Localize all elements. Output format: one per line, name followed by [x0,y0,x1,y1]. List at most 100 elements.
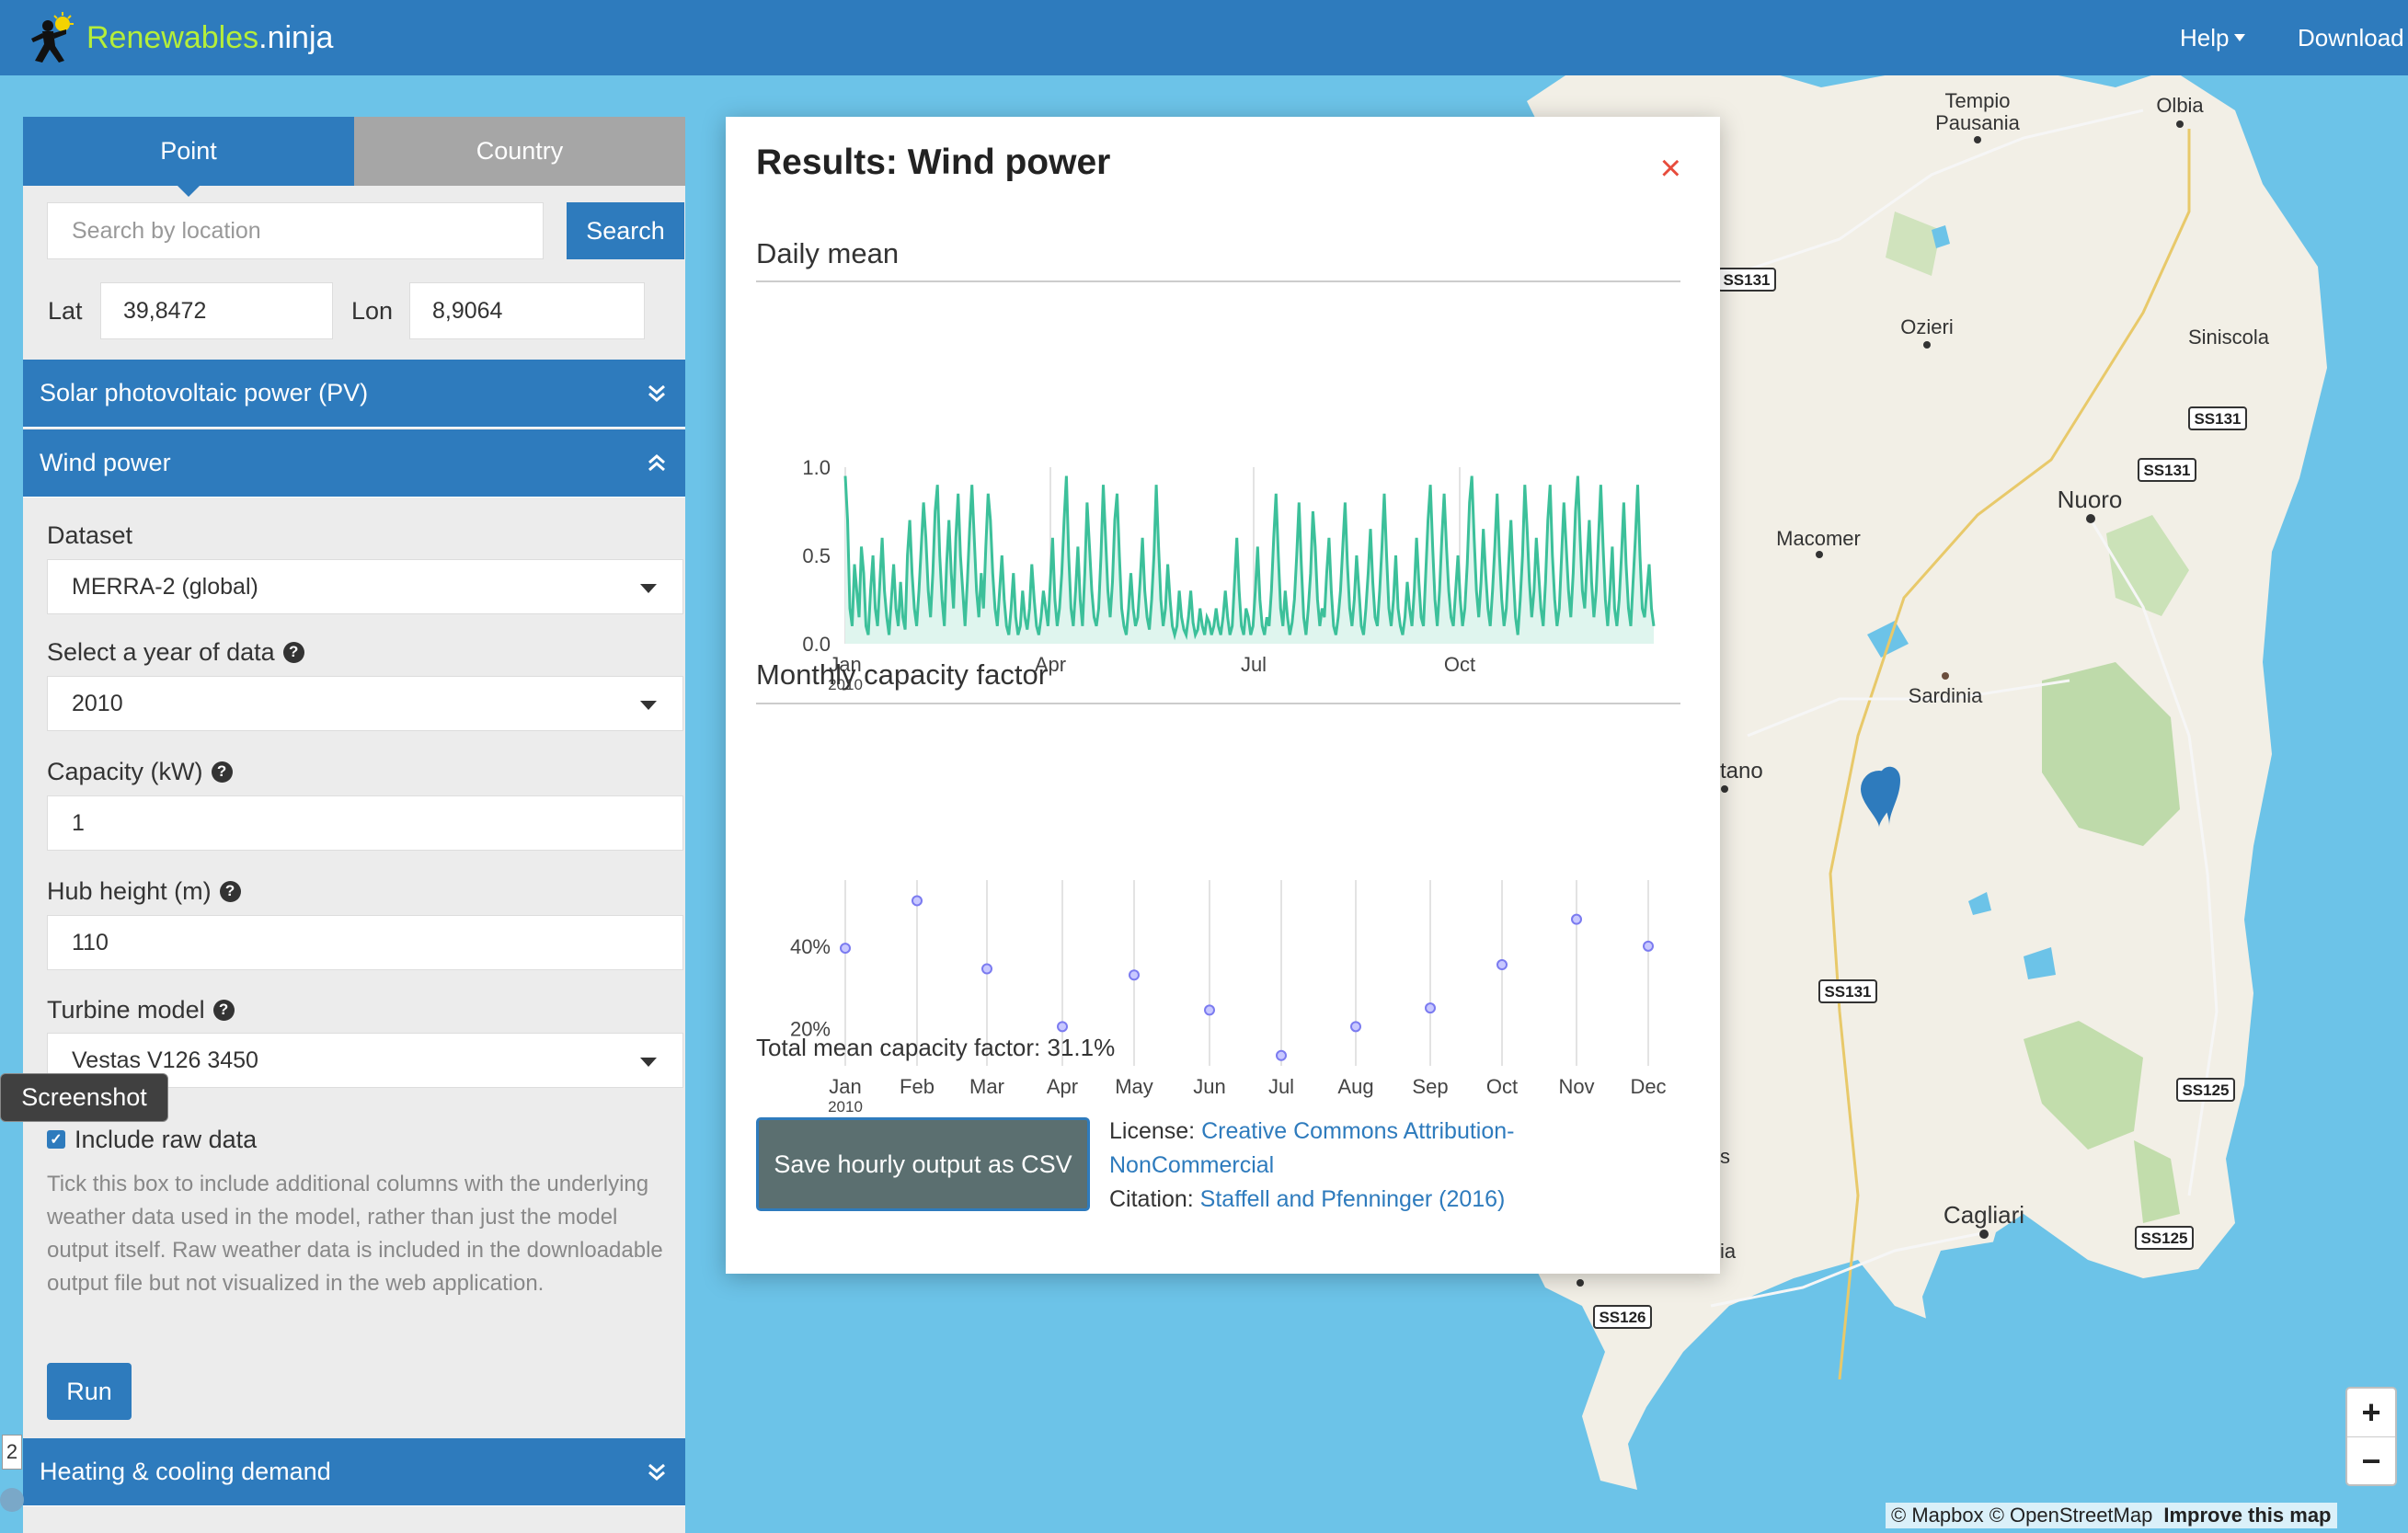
zoom-control: + − [2345,1387,2397,1486]
select-caret-icon [640,1058,657,1067]
daily-mean-divider [756,280,1680,282]
hub-height-label: Hub height (m)? [47,873,241,910]
license-label: License: [1109,1118,1196,1144]
monthly-cf-divider [756,703,1680,704]
attribution-text[interactable]: © Mapbox © OpenStreetMap [1891,1504,2152,1527]
map-label-siniscola: Siniscola [2188,326,2270,349]
capacity-input[interactable]: 1 [47,795,683,851]
mode-tabs: Point Country [23,117,685,197]
modal-title: Results: Wind power [756,143,1111,182]
map-label-ozieri: Ozieri [1900,315,1953,338]
map-label-macomer: Macomer [1776,527,1861,550]
zoom-out-button[interactable]: − [2347,1437,2395,1485]
data-point [1350,1021,1361,1033]
y-tick-label: 0.0 [802,633,831,656]
top-navbar: Renewables.ninja Help Download [0,0,2408,75]
x-tick-label: Nov [1558,1075,1594,1098]
svg-text:SS125: SS125 [2140,1230,2187,1247]
brand-name: Renewables.ninja [86,19,334,55]
tab-pointer-icon [178,186,200,197]
x-tick-label: Feb [900,1075,935,1098]
x-tick-label: Dec [1630,1075,1666,1098]
panel-wind-power[interactable]: Wind power [23,429,685,498]
x-tick-label: Apr [1047,1075,1078,1098]
monthly-cf-chart[interactable]: 20%40%Jan Feb Mar Apr May Jun Jul Aug Sep Oct Nov D… [756,742,1680,1128]
x-tick-label: Aug [1337,1075,1373,1098]
tab-point[interactable]: Point [23,117,354,197]
svg-text:s: s [1720,1145,1730,1168]
x-tick-label: Oct [1444,653,1475,676]
screenshot-tooltip: Screenshot [0,1073,168,1122]
data-point [1057,1021,1068,1033]
chevron-double-down-icon [648,1463,665,1481]
close-icon[interactable]: × [1660,150,1681,187]
raw-data-label: Include raw data [75,1125,258,1153]
question-icon[interactable]: ? [219,880,241,902]
daily-mean-chart[interactable]: 0.00.51.0Jan Apr Jul Oct2010 [756,315,1680,701]
lat-label: Lat [48,296,83,325]
results-modal: Results: Wind power × Daily mean 0.0 0.5 1… [726,117,1720,1274]
data-point [981,963,992,975]
map-label-tempio: Tempio [1945,89,2011,112]
question-icon[interactable]: ? [212,999,235,1021]
x-tick-label: Jun [1193,1075,1225,1098]
map-label-olbia: Olbia [2156,94,2204,117]
panel-solar-pv[interactable]: Solar photovoltaic power (PV) [23,360,685,428]
map-label-tano: tano [1720,759,1763,784]
x-tick-label: May [1115,1075,1153,1098]
data-point [1571,913,1582,925]
citation-label: Citation: [1109,1186,1194,1212]
help-menu[interactable]: Help [2180,0,2246,75]
y-tick-label: 0.5 [802,544,831,567]
year-label: Select a year of data? [47,634,304,670]
select-caret-icon [640,701,657,710]
data-point [840,943,851,955]
side-circle-icon[interactable] [0,1488,24,1512]
lon-input[interactable]: 8,9064 [409,282,645,339]
tab-country[interactable]: Country [354,117,685,186]
x-tick-label: Sep [1412,1075,1448,1098]
search-input[interactable]: Search by location [47,202,544,259]
raw-data-help-text: Tick this box to include additional colu… [47,1172,663,1296]
question-icon[interactable]: ? [282,641,304,663]
svg-text:SS131: SS131 [2194,410,2241,428]
raw-data-checkbox-row[interactable]: ✓ Include raw data [47,1119,257,1160]
chevron-double-down-icon [648,384,665,402]
improve-map-link[interactable]: Improve this map [2163,1504,2331,1527]
year-select[interactable]: 2010 [47,676,683,731]
data-point [1204,1004,1215,1016]
download-link[interactable]: Download [2298,0,2404,75]
ninja-logo-icon [31,12,74,63]
svg-text:Pausania: Pausania [1935,111,2021,134]
total-capacity-factor: Total mean capacity factor: 31.1% [756,1034,1116,1061]
zoom-in-button[interactable]: + [2347,1389,2395,1437]
x-tick-label: Jan [829,1075,861,1098]
map-label-sardinia: Sardinia [1909,684,1983,707]
search-button[interactable]: Search [567,202,684,259]
citation-link[interactable]: Staffell and Pfenninger (2016) [1200,1186,1506,1212]
svg-text:SS131: SS131 [1723,271,1770,289]
location-search: Search by location Search [47,202,684,259]
question-icon[interactable]: ? [211,761,233,783]
raw-data-checkbox[interactable]: ✓ [47,1130,65,1149]
series-line [843,475,1656,641]
svg-text:ia: ia [1720,1240,1737,1263]
save-csv-button[interactable]: Save hourly output as CSV [756,1117,1090,1211]
data-point [1425,1002,1436,1014]
monthly-cf-title: Monthly capacity factor [756,658,1049,691]
side-number-badge[interactable]: 2 [2,1435,22,1470]
sidebar: Point Country Search by location Search … [23,117,685,1533]
x-tick-sublabel: 2010 [828,1098,863,1115]
run-button[interactable]: Run [47,1363,132,1420]
map-label-cagliari: Cagliari [1944,1201,2024,1229]
panel-heating-cooling[interactable]: Heating & cooling demand [23,1438,685,1506]
turbine-model-label: Turbine model? [47,991,235,1028]
lat-input[interactable]: 39,8472 [100,282,333,339]
x-tick-label: Jul [1268,1075,1294,1098]
brand-logo-link[interactable]: Renewables.ninja [26,11,333,64]
data-point [1643,940,1654,952]
chevron-double-up-icon [648,454,665,472]
hub-height-input[interactable]: 110 [47,915,683,970]
svg-text:SS126: SS126 [1599,1309,1645,1326]
dataset-select[interactable]: MERRA-2 (global) [47,559,683,614]
